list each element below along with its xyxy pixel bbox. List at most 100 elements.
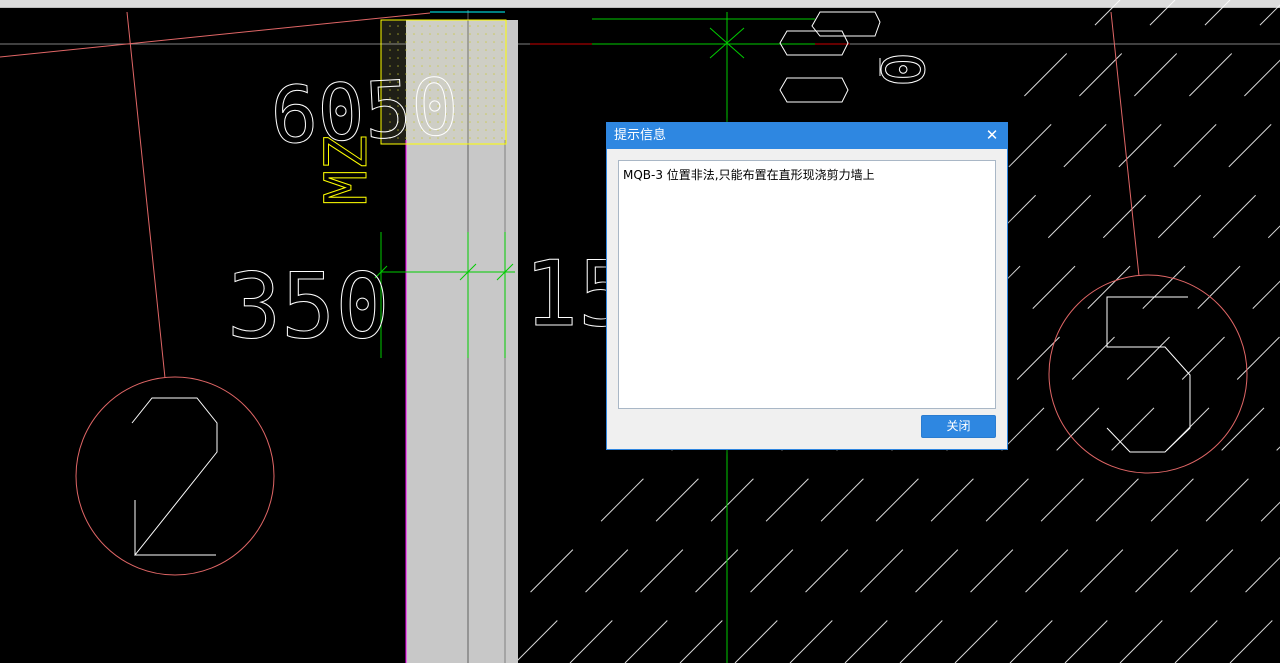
component-dot: [461, 81, 463, 83]
component-dot: [501, 113, 503, 115]
component-dot: [413, 49, 415, 51]
component-dot: [501, 105, 503, 107]
octagon-glyph-3: [779, 77, 849, 103]
component-dot: [493, 113, 495, 115]
component-dot: [493, 41, 495, 43]
dimension-0-rotated: 0: [868, 52, 936, 87]
component-dot: [421, 41, 423, 43]
component-dot: [413, 57, 415, 59]
component-dot: [485, 97, 487, 99]
component-dot: [469, 73, 471, 75]
component-dot: [477, 121, 479, 123]
component-dot: [501, 25, 503, 27]
component-dot: [469, 65, 471, 67]
component-dot: [501, 81, 503, 83]
axis-line-top: [0, 12, 431, 58]
component-dot: [493, 89, 495, 91]
component-dot: [469, 105, 471, 107]
octagon-glyph-1: [811, 11, 881, 37]
component-dot: [501, 41, 503, 43]
component-dot: [469, 137, 471, 139]
component-dot: [485, 57, 487, 59]
message-textbox[interactable]: MQB-3 位置非法,只能布置在直形现浇剪力墙上: [618, 160, 996, 409]
component-dot: [477, 25, 479, 27]
component-dot: [437, 57, 439, 59]
component-dot: [429, 25, 431, 27]
axis-line-2: [126, 11, 166, 379]
component-dot: [461, 25, 463, 27]
component-dot: [389, 33, 391, 35]
component-dot: [461, 33, 463, 35]
component-dot: [477, 73, 479, 75]
component-dot: [397, 33, 399, 35]
component-dot: [461, 49, 463, 51]
component-dot: [477, 57, 479, 59]
component-dot: [469, 113, 471, 115]
component-dot: [421, 25, 423, 27]
component-dot: [485, 73, 487, 75]
component-dot: [389, 41, 391, 43]
component-dot: [445, 41, 447, 43]
component-dot: [485, 137, 487, 139]
component-dot: [461, 89, 463, 91]
info-dialog[interactable]: 提示信息 ✕ MQB-3 位置非法,只能布置在直形现浇剪力墙上 关闭: [606, 122, 1008, 450]
component-dot: [421, 49, 423, 51]
component-dot: [493, 121, 495, 123]
component-dot: [501, 49, 503, 51]
component-dot: [493, 25, 495, 27]
component-dot: [389, 57, 391, 59]
close-icon[interactable]: ✕: [984, 127, 1000, 144]
component-dot: [413, 41, 415, 43]
component-dot: [469, 25, 471, 27]
component-dot: [445, 49, 447, 51]
axis-circle-2: [75, 376, 275, 576]
component-dot: [493, 105, 495, 107]
component-dot: [405, 57, 407, 59]
component-dot: [477, 105, 479, 107]
component-dot: [413, 25, 415, 27]
dialog-title: 提示信息: [614, 128, 667, 143]
component-dot: [469, 49, 471, 51]
component-dot: [437, 33, 439, 35]
axis-circle-5: [1048, 274, 1248, 474]
component-dot: [445, 33, 447, 35]
component-dot: [469, 121, 471, 123]
component-dot: [485, 81, 487, 83]
hatch-line: [1064, 446, 1280, 663]
component-dot: [501, 129, 503, 131]
component-dot: [493, 33, 495, 35]
hatch-line: [1174, 556, 1280, 663]
component-dot: [437, 49, 439, 51]
close-button[interactable]: 关闭: [921, 415, 996, 438]
axis-marker-5-glyph: [1106, 296, 1191, 453]
component-dot: [405, 49, 407, 51]
component-dot: [405, 25, 407, 27]
component-dot: [405, 41, 407, 43]
component-dot: [429, 33, 431, 35]
message-text: MQB-3 位置非法,只能布置在直形现浇剪力墙上: [623, 168, 875, 182]
component-dot: [485, 89, 487, 91]
component-dot: [461, 73, 463, 75]
component-dot: [493, 57, 495, 59]
component-dot: [405, 33, 407, 35]
component-dot: [397, 49, 399, 51]
component-dot: [493, 97, 495, 99]
hatch-line: [1119, 501, 1280, 663]
axis-marker-2-glyph: [131, 397, 218, 556]
component-dot: [493, 65, 495, 67]
dialog-titlebar[interactable]: 提示信息 ✕: [607, 123, 1007, 149]
component-dot: [413, 33, 415, 35]
axis-line-5: [1110, 11, 1140, 277]
component-dot: [485, 25, 487, 27]
component-dot: [397, 25, 399, 27]
cad-viewport[interactable]: 6050 350 15 MZ 0 提示信息 ✕ MQB-3 位置非法,只能布置在…: [0, 0, 1280, 663]
component-dot: [493, 137, 495, 139]
component-dot: [461, 57, 463, 59]
component-dot: [501, 89, 503, 91]
component-dot: [437, 41, 439, 43]
component-dot: [493, 49, 495, 51]
component-dot: [485, 49, 487, 51]
component-dot: [469, 41, 471, 43]
component-dot: [469, 89, 471, 91]
component-dot: [397, 41, 399, 43]
